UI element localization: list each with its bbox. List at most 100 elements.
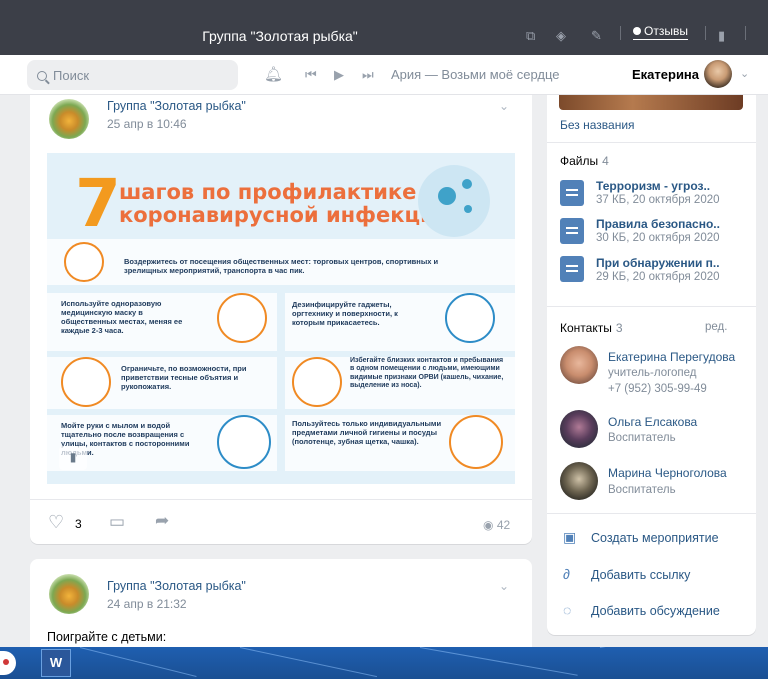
- contact-role: Воспитатель: [608, 484, 676, 496]
- tip-text: Избегайте близких контактов и пребывания…: [350, 357, 504, 390]
- files-header[interactable]: Файлы 4: [560, 154, 609, 168]
- next-track-icon[interactable]: ⏭︎: [362, 67, 374, 83]
- file-meta: 29 КБ, 20 октября 2020: [596, 271, 720, 283]
- add-discussion-link[interactable]: Добавить обсуждение: [591, 604, 720, 618]
- contacts-header[interactable]: Контакты 3: [560, 321, 623, 335]
- infographic-number: 7: [75, 165, 121, 242]
- files-title: Файлы: [560, 154, 599, 168]
- virus-illustration: [418, 165, 490, 237]
- comment-icon: [633, 27, 641, 35]
- infographic-heading: шагов по профилактике коронавирусной инф…: [119, 181, 450, 227]
- contact-avatar[interactable]: [560, 462, 598, 500]
- bookmark-icon[interactable]: ▮: [718, 28, 725, 44]
- album-thumbnail[interactable]: [559, 95, 743, 110]
- no-handshake-icon: [61, 357, 111, 407]
- start-button[interactable]: [0, 651, 16, 675]
- post-text: Поиграйте с детьми:: [47, 630, 167, 644]
- sidebar-divider: [547, 142, 756, 143]
- user-avatar[interactable]: [704, 60, 732, 88]
- link-icon[interactable]: ∂: [563, 566, 570, 582]
- reviews-button[interactable]: Отзывы: [633, 24, 688, 40]
- file-meta: 37 КБ, 20 октября 2020: [596, 194, 720, 206]
- tip-text: Пользуйтесь только индивидуальными предм…: [292, 419, 442, 446]
- tip-text: Используйте одноразовую медицинскую маск…: [61, 299, 183, 335]
- user-name[interactable]: Екатерина: [632, 67, 699, 82]
- window-titlebar: Группа "Золотая рыбка" ⧉ ◈ ✎ Отзывы ▮: [0, 0, 768, 55]
- like-heart-icon[interactable]: ♡: [48, 512, 64, 533]
- sidebar-divider: [547, 513, 756, 514]
- search-input[interactable]: Поиск: [27, 60, 238, 90]
- no-crowds-icon: [64, 242, 104, 282]
- save-image-bookmark-icon[interactable]: ▮: [59, 446, 87, 470]
- contact-avatar[interactable]: [560, 410, 598, 448]
- toothbrush-cup-icon: [449, 415, 503, 469]
- word-taskbar-button[interactable]: W: [41, 649, 71, 677]
- heading-line: коронавирусной инфекции: [119, 203, 450, 227]
- create-event-link[interactable]: Создать мероприятие: [591, 531, 719, 545]
- file-link[interactable]: Терроризм - угроз..: [596, 179, 710, 193]
- views-counter: ◉ 42: [483, 518, 510, 532]
- comment-icon[interactable]: ▭: [109, 512, 125, 532]
- notifications-bell-icon[interactable]: 🔔︎: [264, 65, 283, 83]
- contact-role: учитель-логопед: [608, 367, 697, 379]
- titlebar-divider: [745, 26, 746, 40]
- heading-line: шагов по профилактике: [119, 180, 417, 204]
- edit-contacts-link[interactable]: ред.: [705, 321, 727, 333]
- document-icon[interactable]: [560, 180, 584, 206]
- group-avatar[interactable]: [49, 99, 89, 139]
- tip-text: Ограничьте, по возможности, при приветст…: [121, 364, 247, 391]
- post-image-infographic[interactable]: 7 шагов по профилактике коронавирусной и…: [47, 153, 515, 484]
- post-menu-chevron-icon[interactable]: ⌄: [499, 99, 509, 113]
- files-count: 4: [602, 154, 609, 168]
- file-link[interactable]: При обнаружении п..: [596, 256, 720, 270]
- post-date[interactable]: 25 апр в 10:46: [107, 117, 187, 131]
- site-header: Поиск 🔔︎ ⏮︎ ▶ ⏭︎ Ария — Возьми моё сердц…: [0, 55, 768, 95]
- titlebar-divider: [620, 26, 621, 40]
- contact-name[interactable]: Марина Черноголова: [608, 466, 727, 480]
- file-meta: 30 КБ, 20 октября 2020: [596, 232, 720, 244]
- handwashing-icon: [217, 415, 271, 469]
- tip-text: Дезинфицируйте гаджеты, оргтехнику и пов…: [292, 300, 398, 327]
- tabs-icon[interactable]: ⧉: [526, 28, 535, 44]
- file-link[interactable]: Правила безопасно..: [596, 217, 720, 231]
- search-icon: [37, 71, 47, 81]
- os-taskbar: W: [0, 647, 768, 679]
- titlebar-divider: [705, 26, 706, 40]
- play-icon[interactable]: ▶: [334, 67, 344, 83]
- extension-icon[interactable]: ◈: [556, 28, 566, 44]
- discussion-icon[interactable]: ◌: [563, 602, 571, 618]
- post-card: [30, 559, 532, 659]
- group-avatar[interactable]: [49, 574, 89, 614]
- post-date[interactable]: 24 апр в 21:32: [107, 597, 187, 611]
- sneezing-icon: [292, 357, 342, 407]
- add-link-link[interactable]: Добавить ссылку: [591, 568, 690, 582]
- previous-track-icon[interactable]: ⏮︎: [305, 67, 317, 83]
- album-caption[interactable]: Без названия: [560, 118, 635, 132]
- views-count: 42: [496, 518, 511, 532]
- now-playing-track[interactable]: Ария — Возьми моё сердце: [391, 67, 560, 82]
- window-title: Группа "Золотая рыбка": [202, 28, 358, 44]
- contacts-title: Контакты: [560, 321, 612, 335]
- sanitizer-icon: [445, 293, 495, 343]
- tip-text: Воздержитесь от посещения общественных м…: [124, 257, 439, 275]
- document-icon[interactable]: [560, 256, 584, 282]
- calendar-icon[interactable]: ▣: [563, 529, 576, 546]
- mask-icon: [217, 293, 267, 343]
- post-author[interactable]: Группа "Золотая рыбка": [107, 99, 246, 113]
- share-icon[interactable]: ➦: [155, 511, 169, 531]
- sidebar-divider: [547, 306, 756, 307]
- contacts-count: 3: [615, 321, 623, 335]
- contact-avatar[interactable]: [560, 346, 598, 384]
- eye-icon: ◉: [483, 518, 497, 532]
- post-menu-chevron-icon[interactable]: ⌄: [499, 579, 509, 593]
- contact-name[interactable]: Ольга Елсакова: [608, 415, 697, 429]
- post-author[interactable]: Группа "Золотая рыбка": [107, 579, 246, 593]
- post-actions-divider: [30, 499, 532, 500]
- chevron-down-icon[interactable]: ⌄: [740, 67, 749, 80]
- contact-role: Воспитатель: [608, 432, 676, 444]
- like-count[interactable]: 3: [75, 517, 82, 531]
- document-icon[interactable]: [560, 218, 584, 244]
- contact-name[interactable]: Екатерина Перегудова: [608, 350, 735, 364]
- search-placeholder: Поиск: [53, 68, 90, 83]
- pin-icon[interactable]: ✎: [591, 28, 602, 44]
